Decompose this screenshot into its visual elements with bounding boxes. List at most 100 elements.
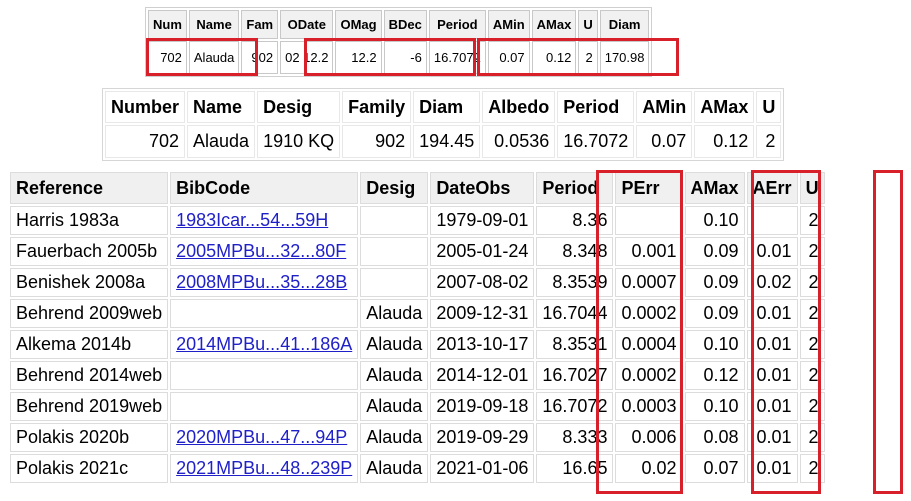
details-cell-amin: 0.07 bbox=[636, 125, 693, 158]
table-row: Behrend 2019web Alauda 2019-09-18 16.7072 0.… bbox=[10, 392, 825, 421]
table-row: Polakis 2021c 2021MPBu...48..239P Alauda 20… bbox=[10, 454, 825, 483]
table-row: Behrend 2009web Alauda 2009-12-31 16.7044 0.… bbox=[10, 299, 825, 328]
table-row: Behrend 2014web Alauda 2014-12-01 16.7027 0.… bbox=[10, 361, 825, 390]
summary-col-u: U bbox=[578, 10, 598, 39]
details-col-number: Number bbox=[105, 91, 186, 123]
details-cell-name: Alauda bbox=[187, 125, 256, 158]
details-col-albedo: Albedo bbox=[482, 91, 556, 123]
summary-col-bdec: BDec bbox=[383, 10, 427, 39]
bibcode-link[interactable]: 1983Icar...54...59H bbox=[176, 210, 328, 230]
table-row: Benishek 2008a 2008MPBu...35...28B 2007-08… bbox=[10, 268, 825, 297]
reference-cell-reference: Alkema 2014b bbox=[10, 330, 169, 359]
reference-cell-bibcode: 2005MPBu...32...80F bbox=[170, 237, 359, 266]
reference-cell-reference: Fauerbach 2005b bbox=[10, 237, 169, 266]
reference-cell-bibcode: 2008MPBu...35...28B bbox=[170, 268, 359, 297]
summary-col-diam: Diam bbox=[599, 10, 650, 39]
reference-cell-amax: 0.09 bbox=[684, 237, 745, 266]
highlight-period-column bbox=[596, 170, 683, 494]
highlight-period-u bbox=[477, 38, 679, 76]
reference-cell-reference: Benishek 2008a bbox=[10, 268, 169, 297]
details-header-row: Number Name Desig Family Diam Albedo Period AMi… bbox=[105, 91, 782, 123]
reference-cell-dateobs: 2005-01-24 bbox=[430, 237, 535, 266]
reference-cell-desig bbox=[360, 237, 429, 266]
reference-cell-bibcode: 2014MPBu...41..186A bbox=[170, 330, 359, 359]
summary-col-amax: AMax bbox=[531, 10, 577, 39]
reference-cell-desig: Alauda bbox=[360, 454, 429, 483]
details-cell-period: 16.7072 bbox=[557, 125, 635, 158]
reference-cell-amax: 0.08 bbox=[684, 423, 745, 452]
summary-col-omag: OMag bbox=[335, 10, 382, 39]
details-col-u: U bbox=[756, 91, 782, 123]
summary-col-period: Period bbox=[428, 10, 486, 39]
summary-col-fam: Fam bbox=[241, 10, 279, 39]
reference-cell-desig: Alauda bbox=[360, 392, 429, 421]
references-col-bibcode: BibCode bbox=[170, 172, 359, 204]
details-col-amin: AMin bbox=[636, 91, 693, 123]
reference-cell-amax: 0.10 bbox=[684, 330, 745, 359]
reference-cell-dateobs: 2019-09-18 bbox=[430, 392, 535, 421]
reference-cell-desig: Alauda bbox=[360, 299, 429, 328]
reference-cell-bibcode bbox=[170, 392, 359, 421]
details-cell-desig: 1910 KQ bbox=[257, 125, 341, 158]
reference-cell-dateobs: 1979-09-01 bbox=[430, 206, 535, 235]
reference-cell-amax: 0.10 bbox=[684, 392, 745, 421]
table-row: Polakis 2020b 2020MPBu...47...94P Alauda 20… bbox=[10, 423, 825, 452]
table-row: Harris 1983a 1983Icar...54...59H 1979-09-0… bbox=[10, 206, 825, 235]
reference-cell-desig: Alauda bbox=[360, 330, 429, 359]
reference-cell-dateobs: 2013-10-17 bbox=[430, 330, 535, 359]
details-data-row: 702 Alauda 1910 KQ 902 194.45 0.0536 16.7072 0.… bbox=[105, 125, 782, 158]
references-col-dateobs: DateObs bbox=[430, 172, 535, 204]
reference-cell-amax: 0.10 bbox=[684, 206, 745, 235]
summary-col-amin: AMin bbox=[487, 10, 530, 39]
reference-cell-reference: Behrend 2014web bbox=[10, 361, 169, 390]
reference-cell-dateobs: 2019-09-29 bbox=[430, 423, 535, 452]
summary-col-name: Name bbox=[188, 10, 240, 39]
reference-cell-dateobs: 2021-01-06 bbox=[430, 454, 535, 483]
bibcode-link[interactable]: 2021MPBu...48..239P bbox=[176, 458, 352, 478]
reference-cell-dateobs: 2009-12-31 bbox=[430, 299, 535, 328]
summary-header-row: Num Name Fam ODate OMag BDec Period AMin AMax U Di… bbox=[148, 10, 650, 39]
details-col-desig: Desig bbox=[257, 91, 341, 123]
bibcode-link[interactable]: 2014MPBu...41..186A bbox=[176, 334, 352, 354]
details-cell-u: 2 bbox=[756, 125, 782, 158]
reference-cell-reference: Polakis 2020b bbox=[10, 423, 169, 452]
references-col-desig: Desig bbox=[360, 172, 429, 204]
details-cell-diam: 194.45 bbox=[413, 125, 481, 158]
details-col-family: Family bbox=[342, 91, 412, 123]
references-table: Reference BibCode Desig DateObs Period PErr AM… bbox=[8, 170, 827, 485]
highlight-u-column bbox=[873, 170, 903, 494]
details-cell-amax: 0.12 bbox=[694, 125, 755, 158]
details-cell-number: 702 bbox=[105, 125, 186, 158]
reference-cell-reference: Behrend 2009web bbox=[10, 299, 169, 328]
summary-col-odate: ODate bbox=[280, 10, 334, 39]
reference-cell-amax: 0.09 bbox=[684, 268, 745, 297]
highlight-odate-bdec bbox=[304, 38, 476, 76]
references-col-reference: Reference bbox=[10, 172, 169, 204]
bibcode-link[interactable]: 2008MPBu...35...28B bbox=[176, 272, 347, 292]
details-col-diam: Diam bbox=[413, 91, 481, 123]
reference-cell-desig: Alauda bbox=[360, 361, 429, 390]
highlight-num-name bbox=[146, 38, 258, 76]
details-col-name: Name bbox=[187, 91, 256, 123]
asteroid-details-table: Number Name Desig Family Diam Albedo Period AMi… bbox=[102, 88, 785, 161]
reference-cell-reference: Behrend 2019web bbox=[10, 392, 169, 421]
reference-cell-reference: Harris 1983a bbox=[10, 206, 169, 235]
reference-cell-dateobs: 2014-12-01 bbox=[430, 361, 535, 390]
reference-cell-desig bbox=[360, 206, 429, 235]
reference-cell-reference: Polakis 2021c bbox=[10, 454, 169, 483]
details-cell-family: 902 bbox=[342, 125, 412, 158]
reference-cell-amax: 0.12 bbox=[684, 361, 745, 390]
details-col-period: Period bbox=[557, 91, 635, 123]
table-row: Alkema 2014b 2014MPBu...41..186A Alauda 201… bbox=[10, 330, 825, 359]
references-header-row: Reference BibCode Desig DateObs Period PErr AM… bbox=[10, 172, 825, 204]
bibcode-link[interactable]: 2005MPBu...32...80F bbox=[176, 241, 346, 261]
reference-cell-amax: 0.09 bbox=[684, 299, 745, 328]
reference-cell-bibcode bbox=[170, 299, 359, 328]
reference-cell-bibcode bbox=[170, 361, 359, 390]
references-body: Harris 1983a 1983Icar...54...59H 1979-09-0… bbox=[10, 206, 825, 483]
reference-cell-desig: Alauda bbox=[360, 423, 429, 452]
reference-cell-bibcode: 2021MPBu...48..239P bbox=[170, 454, 359, 483]
bibcode-link[interactable]: 2020MPBu...47...94P bbox=[176, 427, 347, 447]
reference-cell-bibcode: 1983Icar...54...59H bbox=[170, 206, 359, 235]
reference-cell-dateobs: 2007-08-02 bbox=[430, 268, 535, 297]
